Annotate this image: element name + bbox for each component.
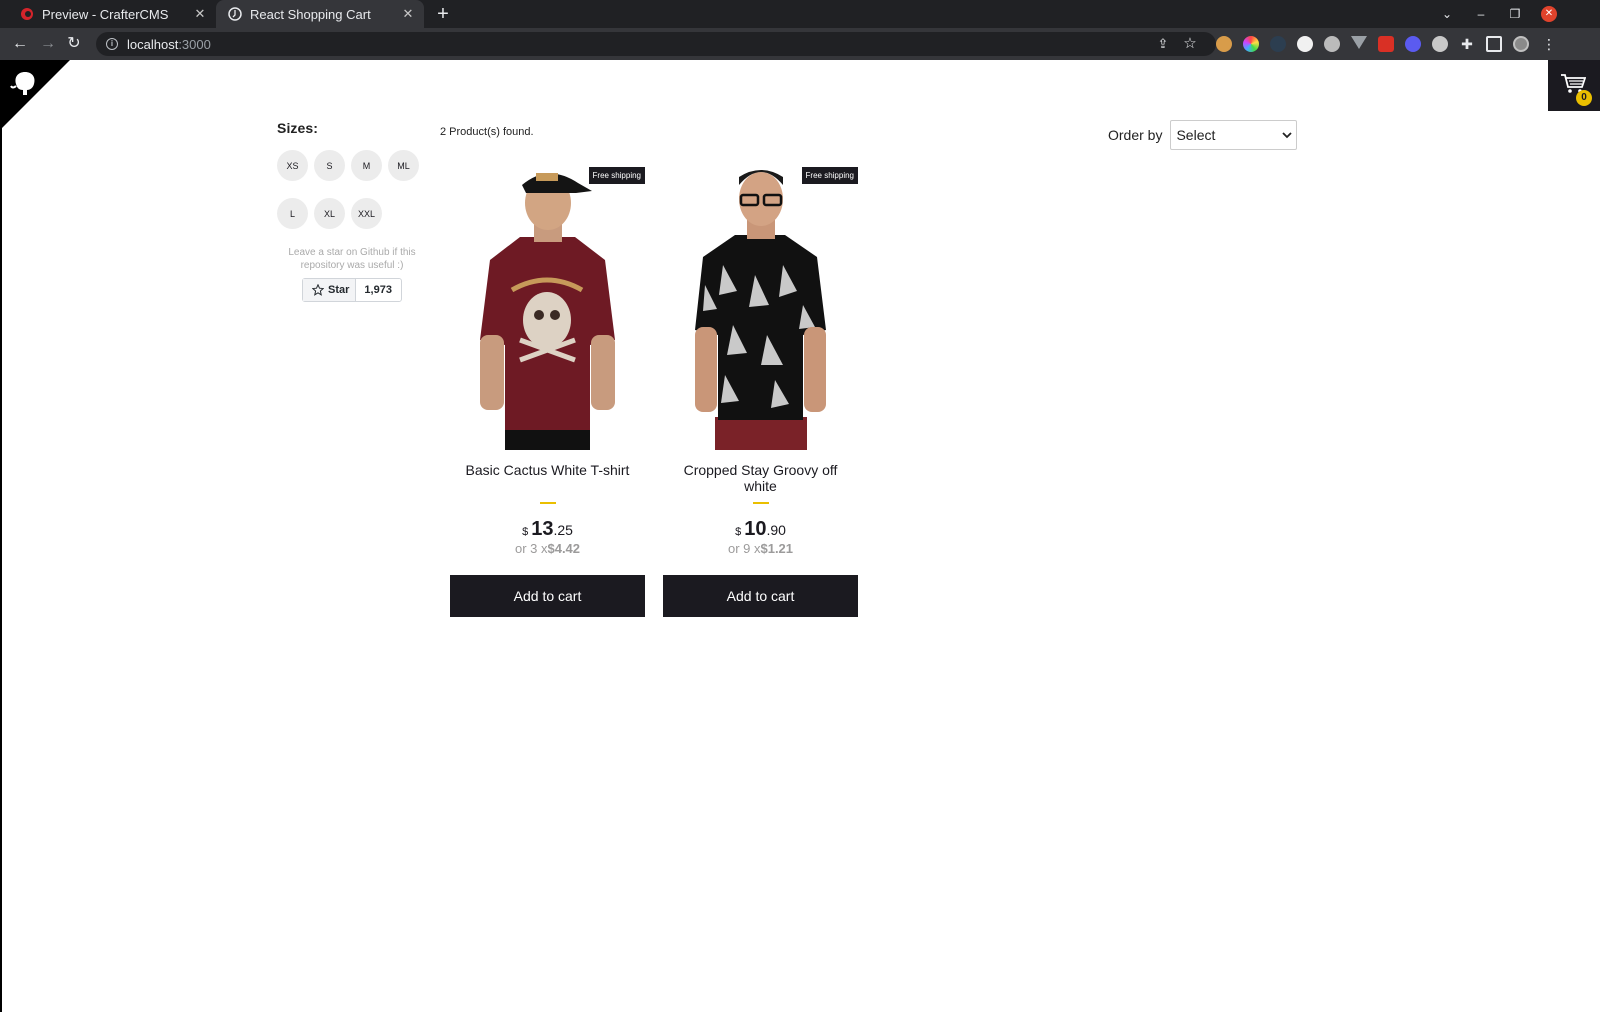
puzzle-extensions-icon[interactable]: ✚	[1459, 36, 1475, 52]
gray-circle-extension-icon[interactable]	[1432, 36, 1448, 52]
order-by-control: Order by Select	[1108, 120, 1298, 150]
product-price: $13.25	[450, 519, 645, 542]
minimize-window-button[interactable]: –	[1466, 0, 1496, 28]
vue-devtools-icon[interactable]	[1351, 36, 1367, 49]
price-decimal: .90	[766, 522, 786, 538]
close-window-icon: ✕	[1541, 6, 1557, 22]
react-favicon-icon	[228, 7, 242, 21]
sidebar-panel-icon[interactable]	[1486, 36, 1502, 52]
title-separator	[539, 502, 556, 504]
maroon-tshirt-model-image	[450, 165, 645, 450]
currency-symbol: $	[522, 526, 529, 538]
blue-gear-extension-icon[interactable]	[1405, 36, 1421, 52]
installments-prefix: or 9 x	[727, 541, 761, 556]
price-integer: 10	[744, 518, 767, 540]
browser-toolbar: ← → ↻ i localhost:3000 ⇪ ☆ ✚ ⋮	[0, 28, 1600, 60]
url-host: localhost	[127, 36, 179, 52]
github-octocat-icon[interactable]	[10, 68, 40, 96]
order-by-value: Select	[1176, 127, 1216, 143]
github-star-button[interactable]: Star	[303, 279, 357, 301]
craftercms-favicon-icon	[21, 8, 33, 20]
product-card[interactable]: Free shipping Basic Cactus White T-shirt	[450, 165, 645, 617]
browser-tab-bar: Preview - CrafterCMS ✕ React Shopping Ca…	[0, 0, 1600, 28]
installments-value: $4.42	[547, 541, 581, 556]
size-filter-s[interactable]: S	[314, 150, 345, 181]
products-found-text: 2 Product(s) found.	[440, 126, 534, 138]
cart-button[interactable]: 0	[1548, 60, 1600, 111]
gear-circle-extension-icon[interactable]	[1324, 36, 1340, 52]
forward-button[interactable]: →	[38, 34, 58, 54]
order-by-label: Order by	[1108, 127, 1163, 143]
size-filter-list: XS S M ML L XL XXL	[277, 150, 427, 246]
size-filter-xxl[interactable]: XXL	[351, 198, 382, 229]
close-tab-icon[interactable]: ✕	[400, 6, 416, 22]
white-circle-extension-icon[interactable]	[1297, 36, 1313, 52]
star-count[interactable]: 1,973	[356, 279, 400, 301]
product-card[interactable]: Free shipping Cropped Stay Groovy off wh…	[663, 165, 858, 617]
size-filter-xl[interactable]: XL	[314, 198, 345, 229]
red-extension-icon[interactable]	[1378, 36, 1394, 52]
tab-react-shopping-cart[interactable]: React Shopping Cart ✕	[216, 0, 424, 28]
installments: or 9 x$1.21	[663, 541, 858, 556]
installments-prefix: or 3 x	[514, 541, 548, 556]
tab-craftercms[interactable]: Preview - CrafterCMS ✕	[8, 0, 216, 28]
price-decimal: .25	[553, 522, 573, 538]
filters-sidebar: Sizes: XS S M ML L XL XXL Leave a star o…	[277, 120, 427, 302]
chevron-down-icon	[1282, 132, 1293, 139]
share-icon[interactable]: ⇪	[1155, 36, 1171, 52]
restore-window-button[interactable]: ❐	[1500, 0, 1530, 28]
product-price: $10.90	[663, 519, 858, 542]
size-filter-ml[interactable]: ML	[388, 150, 419, 181]
close-tab-icon[interactable]: ✕	[192, 6, 208, 22]
github-star-note: Leave a star on Github if this repositor…	[288, 247, 416, 271]
dark-extension-icon[interactable]	[1270, 36, 1286, 52]
page-content: 0 Sizes: XS S M ML L XL XXL Leave a star…	[2, 60, 1600, 1012]
currency-symbol: $	[735, 526, 742, 538]
installments-value: $1.21	[760, 541, 794, 556]
installments: or 3 x$4.42	[450, 541, 645, 556]
star-outline-icon	[312, 284, 324, 296]
product-image[interactable]	[663, 165, 858, 450]
bookmark-star-icon[interactable]: ☆	[1182, 36, 1198, 52]
add-to-cart-button[interactable]: Add to cart	[663, 575, 858, 617]
sizes-title: Sizes:	[277, 120, 319, 136]
address-bar[interactable]: i localhost:3000	[96, 32, 1216, 56]
star-label: Star	[328, 284, 350, 296]
cart-count-badge: 0	[1576, 90, 1592, 106]
tab-title: Preview - CrafterCMS	[42, 6, 169, 22]
site-info-icon[interactable]: i	[106, 38, 118, 50]
product-title: Basic Cactus White T-shirt	[465, 462, 630, 478]
profile-avatar-icon[interactable]	[1513, 36, 1529, 52]
size-filter-l[interactable]: L	[277, 198, 308, 229]
price-integer: 13	[531, 518, 554, 540]
color-ring-extension-icon[interactable]	[1243, 36, 1259, 52]
add-to-cart-button[interactable]: Add to cart	[450, 575, 645, 617]
tab-search-chevron-icon[interactable]: ⌄	[1432, 0, 1462, 28]
new-tab-button[interactable]: +	[432, 3, 454, 25]
back-button[interactable]: ←	[10, 34, 30, 54]
product-image[interactable]	[450, 165, 645, 450]
cookie-extension-icon[interactable]	[1216, 36, 1232, 52]
github-star-widget[interactable]: Star 1,973	[302, 278, 402, 302]
black-print-tshirt-model-image	[663, 165, 858, 450]
size-filter-m[interactable]: M	[351, 150, 382, 181]
size-filter-xs[interactable]: XS	[277, 150, 308, 181]
url-port: :3000	[178, 36, 211, 52]
product-title: Cropped Stay Groovy off white	[683, 462, 838, 494]
free-shipping-badge: Free shipping	[588, 167, 645, 184]
order-by-select[interactable]: Select	[1170, 120, 1298, 150]
free-shipping-badge: Free shipping	[801, 167, 858, 184]
close-window-button[interactable]: ✕	[1534, 0, 1564, 28]
menu-kebab-icon[interactable]: ⋮	[1541, 36, 1557, 52]
reload-button[interactable]: ↻	[64, 34, 84, 54]
title-separator	[752, 502, 769, 504]
tab-title: React Shopping Cart	[250, 6, 371, 22]
